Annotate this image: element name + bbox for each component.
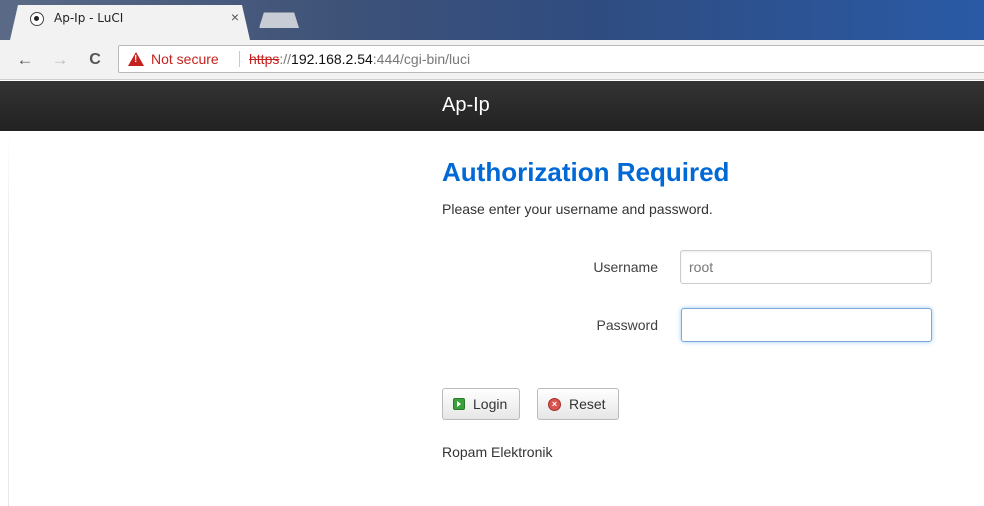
username-label: Username bbox=[593, 259, 658, 275]
password-label: Password bbox=[596, 317, 658, 333]
page-title: Authorization Required bbox=[442, 157, 730, 187]
reset-button-label: Reset bbox=[569, 396, 606, 412]
url-path: :444/cgi-bin/luci bbox=[372, 51, 471, 67]
content-left-border bbox=[8, 131, 9, 506]
forward-arrow-icon[interactable]: → bbox=[49, 49, 71, 71]
browser-tab[interactable] bbox=[10, 5, 250, 40]
url-separator: :// bbox=[279, 51, 292, 67]
luci-header: Ap-Ip bbox=[0, 81, 984, 131]
site-favicon-icon bbox=[30, 12, 44, 26]
footer-text: Ropam Elektronik bbox=[442, 444, 553, 460]
new-tab-button[interactable] bbox=[259, 12, 299, 28]
reset-button[interactable]: × Reset bbox=[537, 388, 619, 420]
password-input[interactable] bbox=[681, 308, 932, 342]
security-label[interactable]: Not secure bbox=[151, 46, 219, 72]
brand-link[interactable]: Ap-Ip bbox=[442, 94, 490, 117]
reload-icon[interactable]: C bbox=[84, 49, 106, 71]
browser-toolbar: ← → C Not secure https://192.168.2.54:44… bbox=[0, 40, 984, 80]
login-button[interactable]: Login bbox=[442, 388, 521, 420]
url-scheme: https bbox=[249, 51, 280, 67]
back-arrow-icon[interactable]: ← bbox=[14, 49, 36, 71]
url-host: 192.168.2.54 bbox=[291, 51, 373, 67]
reset-icon: × bbox=[548, 397, 561, 411]
tab-strip: Ap-Ip - LuCI × bbox=[0, 0, 984, 40]
url-text[interactable]: https://192.168.2.54:444/cgi-bin/luci bbox=[249, 46, 470, 72]
tab-close-icon[interactable]: × bbox=[226, 8, 244, 26]
username-input[interactable] bbox=[680, 250, 932, 284]
address-divider bbox=[239, 51, 240, 67]
login-icon bbox=[453, 398, 465, 410]
address-bar[interactable]: Not secure https://192.168.2.54:444/cgi-… bbox=[118, 45, 984, 73]
login-button-label: Login bbox=[473, 396, 508, 412]
tab-title: Ap-Ip - LuCI bbox=[54, 11, 124, 25]
page-description: Please enter your username and password. bbox=[442, 201, 713, 217]
security-warning-icon[interactable] bbox=[128, 52, 144, 66]
